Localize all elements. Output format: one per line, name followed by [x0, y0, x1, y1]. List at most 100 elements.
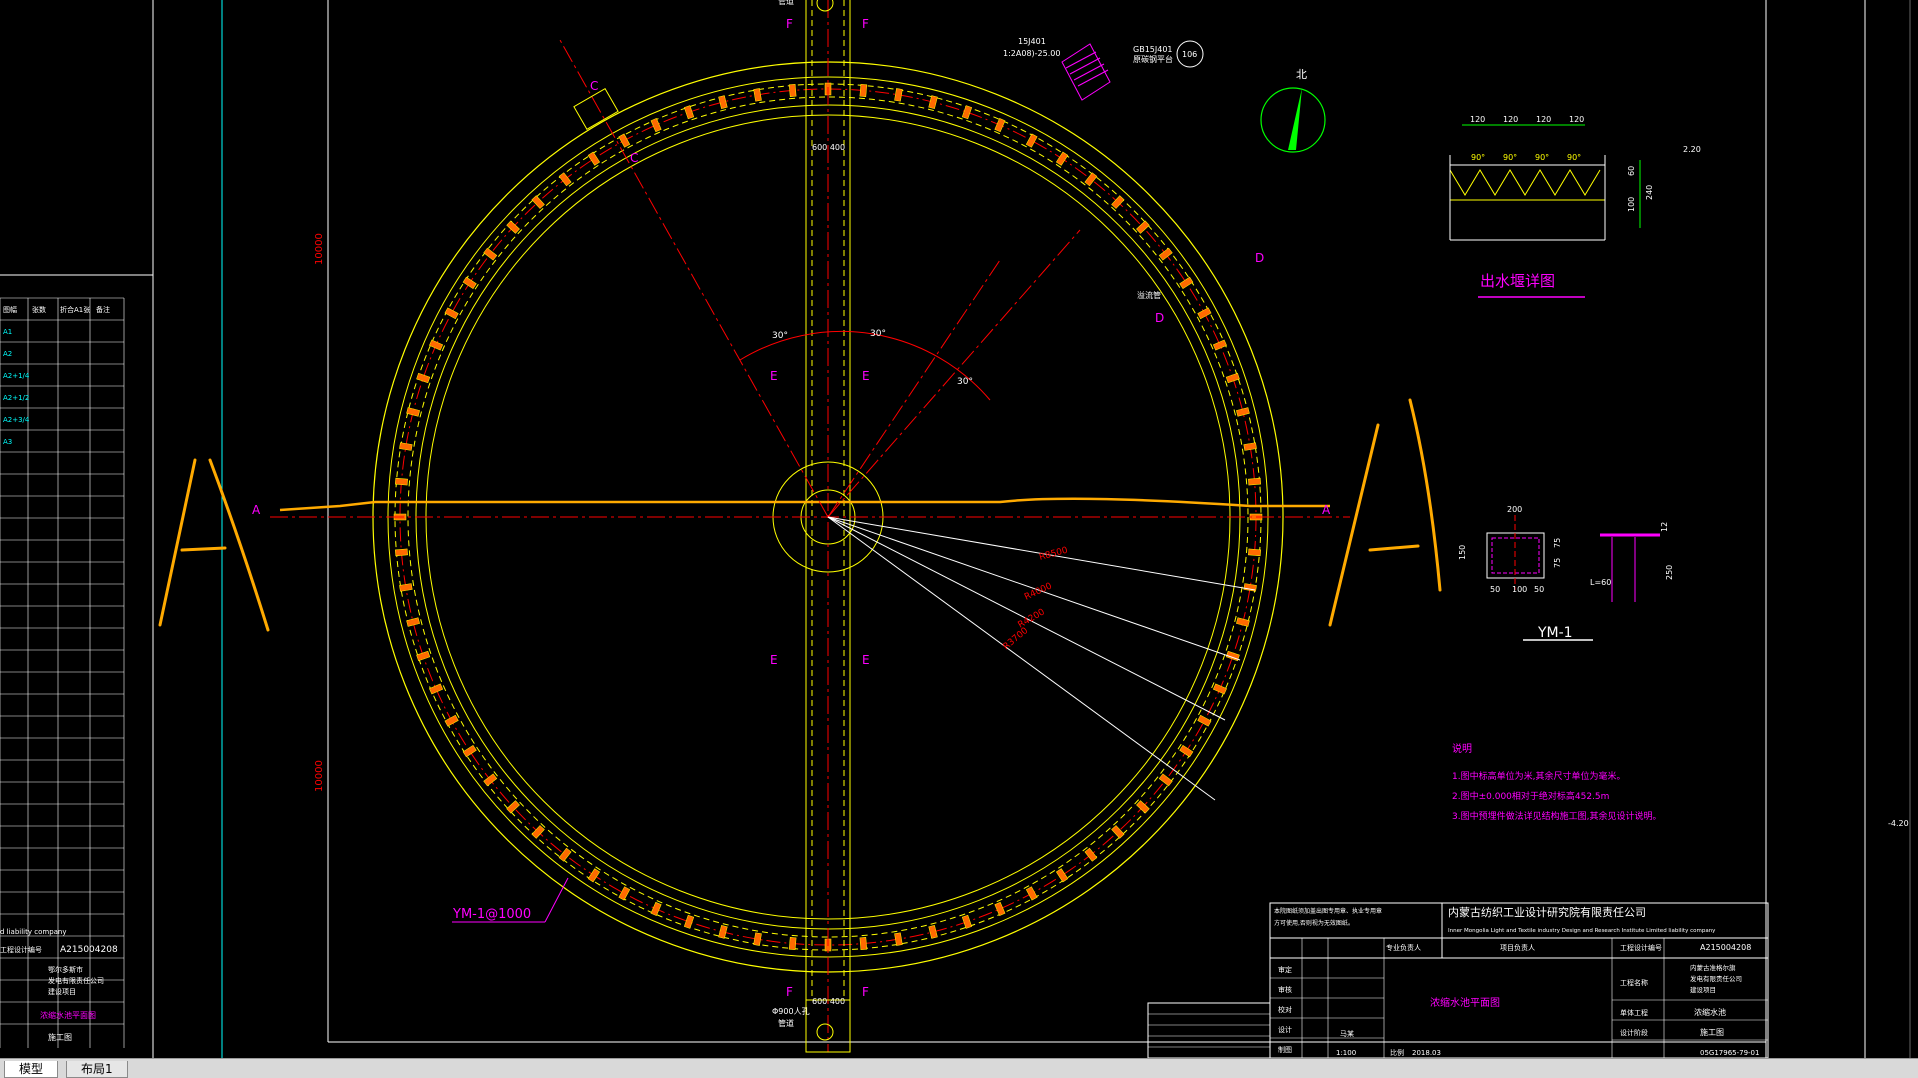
weir-dim: 120	[1503, 115, 1518, 124]
table-row-label: A2+1/2	[3, 394, 29, 402]
table-row-label: A2	[3, 350, 12, 358]
tb-row-label: 审核	[1278, 985, 1292, 994]
left-drawing-name: 浓缩水池平面图	[40, 1010, 96, 1020]
drawing-canvas[interactable]: 图幅 张数 折合A1张 备注 A1 A2 A2+1/4 A2+1/2 A2+3/4 A3 d lia…	[0, 0, 1918, 1058]
tb-proj-lead: 项目负责人	[1500, 943, 1535, 952]
section-mark-E: E	[862, 369, 870, 383]
tb-drawing-title: 浓缩水池平面图	[1430, 996, 1500, 1009]
section-mark-E: E	[770, 369, 778, 383]
tb-project-name: 建设项目	[1690, 985, 1716, 994]
top-note-left: 1:2A08)-25.00	[1003, 49, 1060, 58]
ym-dim-side: 75	[1553, 558, 1562, 568]
ym-dim-side: 150	[1458, 545, 1467, 560]
left-project-name: 发电有限责任公司	[48, 976, 104, 985]
dim-pipe-bottom: 600 400	[812, 997, 845, 1006]
ym-dim-bottom: 50	[1534, 585, 1544, 594]
top-note-circle: 106	[1182, 50, 1197, 59]
section-mark-F: F	[862, 985, 869, 999]
right-level: -4.20	[1888, 819, 1909, 828]
section-mark-C: C	[630, 151, 638, 165]
tb-project-name: 内蒙古准格尔旗	[1690, 963, 1736, 972]
section-mark-D: D	[1255, 251, 1264, 265]
ym-label: YM-1@1000	[452, 907, 531, 922]
left-project-no: A215004208	[60, 945, 118, 955]
ym-right-dim: 250	[1665, 565, 1674, 580]
left-project-no-label: 工程设计编号	[0, 945, 42, 954]
embed-mark	[394, 477, 408, 486]
weir-side-dim: 60	[1627, 166, 1636, 176]
tb-pro-lead: 专业负责人	[1386, 943, 1421, 952]
table-header: 备注	[96, 305, 110, 314]
section-mark-C: C	[590, 79, 598, 93]
weir-angle: 90°	[1471, 153, 1485, 162]
left-project-name: 建设项目	[48, 987, 76, 996]
dim-vertical: 10000	[314, 760, 325, 792]
tb-date: 2018.03	[1412, 1049, 1441, 1057]
table-header: 图幅	[3, 305, 17, 314]
ym-right-dim: 12	[1660, 522, 1669, 532]
tb-project-name: 发电有限责任公司	[1690, 974, 1742, 983]
weir-level: 2.20	[1683, 145, 1701, 154]
weir-side-dim: 100	[1627, 197, 1636, 212]
tb-company-en: Inner Mongolia Light and Textile industr…	[1448, 928, 1716, 934]
left-company-en: d liability company	[0, 928, 67, 936]
table-header: 折合A1张	[60, 305, 90, 314]
bottom-note: Φ900人孔	[772, 1007, 810, 1016]
table-row-label: A2+1/4	[3, 372, 30, 380]
ym-right-label: L=60	[1590, 578, 1611, 587]
layout-tab-bar: 模型 布局1	[0, 1058, 1918, 1078]
ym-dim-top: 200	[1507, 505, 1522, 514]
section-mark-F: F	[786, 985, 793, 999]
weir-title: 出水堰详图	[1480, 272, 1555, 290]
tb-row-label: 设计	[1278, 1025, 1292, 1034]
angle-label: 30°	[957, 377, 973, 387]
ym-detail-title: YM-1	[1537, 625, 1573, 641]
ym-dim-bottom: 100	[1512, 585, 1527, 594]
note-line: 2.图中±0.000相对于绝对标高452.5m	[1452, 790, 1609, 802]
weir-angle: 90°	[1503, 153, 1517, 162]
tb-item: 浓缩水池	[1694, 1007, 1726, 1017]
ym-dim-side: 75	[1553, 538, 1562, 548]
embed-mark	[859, 937, 868, 951]
table-row-label: A3	[3, 438, 12, 446]
dim-pipe-top: 600 400	[812, 143, 845, 152]
embed-mark	[859, 83, 868, 97]
tb-company-cn: 内蒙古纺织工业设计研究院有限责任公司	[1448, 905, 1646, 919]
tb-scale: 1:100	[1336, 1049, 1356, 1057]
section-mark-F: F	[786, 17, 793, 31]
tb-warning: 方可使用,否则视为无效图纸。	[1274, 919, 1354, 927]
leader-note: 溢流管	[1137, 290, 1161, 300]
left-stage: 施工图	[48, 1032, 72, 1042]
tb-row-label: 审定	[1278, 965, 1292, 974]
tb-project-no-label: 工程设计编号	[1620, 943, 1662, 952]
tb-project-no: A215004208	[1700, 943, 1751, 952]
top-note-right: GB15J401	[1133, 45, 1173, 54]
weir-dim: 120	[1536, 115, 1551, 124]
section-mark-A: A	[252, 503, 261, 517]
ym-dim-bottom: 50	[1490, 585, 1500, 594]
section-mark-E: E	[862, 653, 870, 667]
section-mark-A: A	[1322, 503, 1331, 517]
tb-project-label: 工程名称	[1620, 978, 1648, 987]
angle-label: 30°	[772, 331, 788, 341]
top-note-right: 原碳钢平台	[1133, 54, 1173, 64]
tb-item-label: 单体工程	[1620, 1008, 1648, 1017]
weir-side-dim: 240	[1645, 185, 1654, 200]
tb-warning: 本院图纸须加盖出图专用章、执业专用章	[1274, 907, 1382, 915]
note-line: 1.图中标高单位为米,其余尺寸单位为毫米。	[1452, 770, 1625, 782]
top-note-left: 15J401	[1018, 37, 1046, 46]
table-row-label: A2+3/4	[3, 416, 30, 424]
table-header: 张数	[32, 305, 46, 314]
weir-angle: 90°	[1567, 153, 1581, 162]
embed-mark	[1248, 477, 1262, 486]
tab-model[interactable]: 模型	[4, 1061, 59, 1078]
angle-label: 30°	[870, 329, 886, 339]
weir-dim: 120	[1569, 115, 1584, 124]
embed-mark	[788, 937, 797, 951]
table-row-label: A1	[3, 328, 12, 336]
weir-angle: 90°	[1535, 153, 1549, 162]
tab-layout1[interactable]: 布局1	[66, 1061, 128, 1078]
notes-title: 说明	[1452, 742, 1472, 755]
dim-vertical: 10000	[314, 233, 325, 265]
tb-row-label: 制图	[1278, 1045, 1292, 1054]
